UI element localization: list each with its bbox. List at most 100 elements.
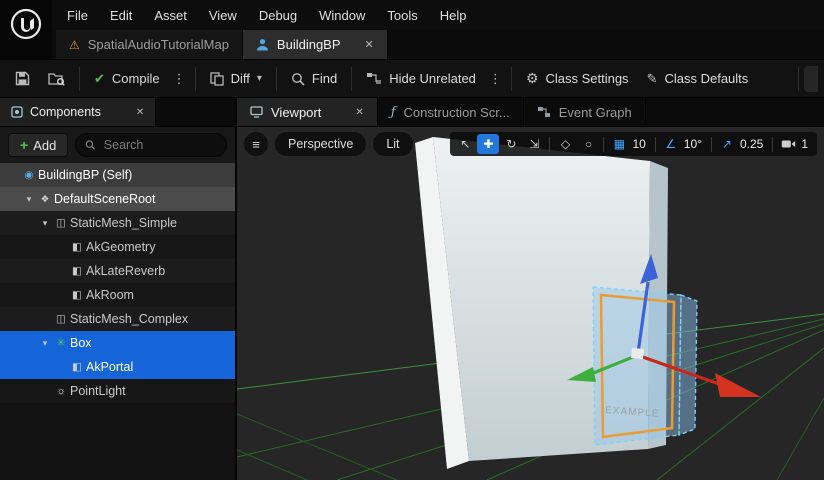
- document-area: Viewport ✕ ƒ Construction Scr... Event G…: [237, 98, 824, 480]
- event-graph-icon: [537, 106, 551, 118]
- menu-window[interactable]: Window: [308, 0, 376, 30]
- browse-button[interactable]: [39, 65, 74, 93]
- tree-row-akroom[interactable]: ◧ AkRoom: [0, 283, 235, 307]
- tab-event-graph[interactable]: Event Graph: [524, 98, 646, 126]
- more-options-icon: ⋮: [489, 71, 502, 87]
- camera-speed-button[interactable]: [777, 134, 799, 154]
- tab-label: SpatialAudioTutorialMap: [88, 37, 229, 52]
- scale-snap-value[interactable]: 0.25: [739, 137, 768, 151]
- scale-tool-button[interactable]: ⇲: [523, 134, 545, 154]
- menu-edit[interactable]: Edit: [99, 0, 143, 30]
- tree-row-box[interactable]: ▾ ✳ Box: [0, 331, 235, 355]
- camera-speed-value[interactable]: 1: [800, 137, 813, 151]
- tree-row-buildingbp-self[interactable]: ◉ BuildingBP (Self): [0, 163, 235, 187]
- compile-options-button[interactable]: ⋮: [169, 65, 190, 93]
- warning-icon: ⚠: [69, 38, 80, 52]
- tree-row-aklatereverb[interactable]: ◧ AkLateReverb: [0, 259, 235, 283]
- add-component-button[interactable]: + Add: [8, 133, 68, 157]
- hide-unrelated-button[interactable]: Hide Unrelated: [357, 65, 485, 93]
- point-light-icon: ☼: [52, 385, 70, 397]
- rotation-snap-button[interactable]: ∠: [660, 134, 682, 154]
- hide-unrelated-options-button[interactable]: ⋮: [485, 65, 506, 93]
- unreal-engine-logo: [9, 7, 43, 41]
- logo-block: [0, 0, 52, 60]
- save-button[interactable]: [6, 65, 39, 93]
- diff-button[interactable]: Diff ▾: [201, 65, 271, 93]
- menu-asset[interactable]: Asset: [143, 0, 198, 30]
- viewport-3d[interactable]: EXAMPLE ≡: [237, 127, 824, 480]
- lit-mode-button[interactable]: Lit: [373, 132, 412, 156]
- menu-tools[interactable]: Tools: [376, 0, 428, 30]
- scene-component-icon: ❖: [36, 194, 54, 205]
- toolbar-separator: [772, 137, 773, 152]
- menu-debug[interactable]: Debug: [248, 0, 308, 30]
- gizmo-center-handle[interactable]: [631, 348, 644, 359]
- hide-unrelated-icon: [366, 72, 382, 85]
- grid-snap-value[interactable]: 10: [631, 137, 650, 151]
- find-button[interactable]: Find: [282, 65, 346, 93]
- class-defaults-button[interactable]: ✎ Class Defaults: [638, 65, 758, 93]
- toolbar-separator: [711, 137, 712, 152]
- rotation-snap-value[interactable]: 10°: [683, 137, 707, 151]
- tree-row-akgeometry[interactable]: ◧ AkGeometry: [0, 235, 235, 259]
- tree-row-label: StaticMesh_Complex: [70, 312, 188, 326]
- components-search[interactable]: [75, 133, 227, 157]
- close-icon[interactable]: ✕: [365, 38, 374, 51]
- tree-row-label: AkLateReverb: [86, 264, 165, 278]
- grid-snap-button[interactable]: ▦: [608, 134, 630, 154]
- tree-row-defaultsceneroot[interactable]: ▾ ❖ DefaultSceneRoot: [0, 187, 235, 211]
- expand-arrow-icon[interactable]: ▾: [38, 218, 52, 229]
- world-space-button[interactable]: ○: [577, 134, 599, 154]
- close-icon[interactable]: ✕: [355, 107, 363, 118]
- clipped-toolbar-button[interactable]: [804, 66, 818, 92]
- tree-row-pointlight[interactable]: ☼ PointLight: [0, 379, 235, 403]
- compile-button[interactable]: ✔ Compile: [85, 65, 169, 93]
- compile-success-icon: ✔: [94, 71, 105, 87]
- class-settings-button[interactable]: ⚙ Class Settings: [517, 65, 638, 93]
- box-component-icon: ✳: [52, 337, 70, 349]
- scene-canvas[interactable]: EXAMPLE: [237, 127, 824, 480]
- expand-arrow-icon[interactable]: ▾: [22, 194, 36, 205]
- menu-help[interactable]: Help: [429, 0, 478, 30]
- rotate-tool-button[interactable]: ↻: [500, 134, 522, 154]
- tree-row-label: PointLight: [70, 384, 126, 398]
- tree-row-staticmesh-complex[interactable]: ◫ StaticMesh_Complex: [0, 307, 235, 331]
- toolbar-separator: [351, 67, 352, 91]
- move-tool-button[interactable]: ✚: [477, 134, 499, 154]
- surface-snap-button[interactable]: ◇: [554, 134, 576, 154]
- search-input[interactable]: [102, 137, 217, 153]
- hamburger-icon: ≡: [252, 137, 260, 152]
- scale-tool-icon: ⇲: [529, 137, 539, 151]
- gear-icon: ⚙: [526, 70, 539, 87]
- components-tab-bar: Components ✕: [0, 98, 235, 127]
- tab-buildingbp[interactable]: BuildingBP ✕: [243, 30, 388, 59]
- tab-construction-script[interactable]: ƒ Construction Scr...: [378, 98, 524, 126]
- components-toolbar: + Add: [0, 127, 235, 163]
- surface-snap-icon: ◇: [561, 137, 570, 151]
- select-tool-icon: ↖: [460, 137, 470, 151]
- camera-icon: [781, 139, 796, 149]
- grid-snap-icon: ▦: [614, 137, 625, 151]
- tab-viewport[interactable]: Viewport ✕: [237, 98, 378, 126]
- expand-arrow-icon[interactable]: ▾: [38, 338, 52, 349]
- perspective-button[interactable]: Perspective: [275, 132, 366, 156]
- components-icon: [11, 106, 23, 118]
- scale-snap-button[interactable]: ↗: [716, 134, 738, 154]
- viewport-options-button[interactable]: ≡: [244, 132, 268, 156]
- viewport-toolbar: ≡ Perspective Lit ↖ ✚ ↻: [244, 132, 817, 156]
- plus-icon: +: [20, 138, 28, 152]
- tab-spatialaudiotutorialmap[interactable]: ⚠ SpatialAudioTutorialMap: [56, 30, 243, 59]
- tree-row-staticmesh-simple[interactable]: ▾ ◫ StaticMesh_Simple: [0, 211, 235, 235]
- toolbar-separator: [195, 67, 196, 91]
- tree-row-label: BuildingBP (Self): [38, 168, 132, 182]
- menu-view[interactable]: View: [198, 0, 248, 30]
- tree-row-akportal[interactable]: ◧ AkPortal: [0, 355, 235, 379]
- select-tool-button[interactable]: ↖: [454, 134, 476, 154]
- diff-icon: [210, 72, 224, 86]
- search-icon: [85, 139, 95, 151]
- menu-file[interactable]: File: [56, 0, 99, 30]
- viewport-tab-label: Viewport: [271, 105, 321, 120]
- close-icon[interactable]: ✕: [136, 107, 144, 118]
- tab-components[interactable]: Components ✕: [0, 98, 156, 126]
- hide-unrelated-label: Hide Unrelated: [389, 71, 476, 86]
